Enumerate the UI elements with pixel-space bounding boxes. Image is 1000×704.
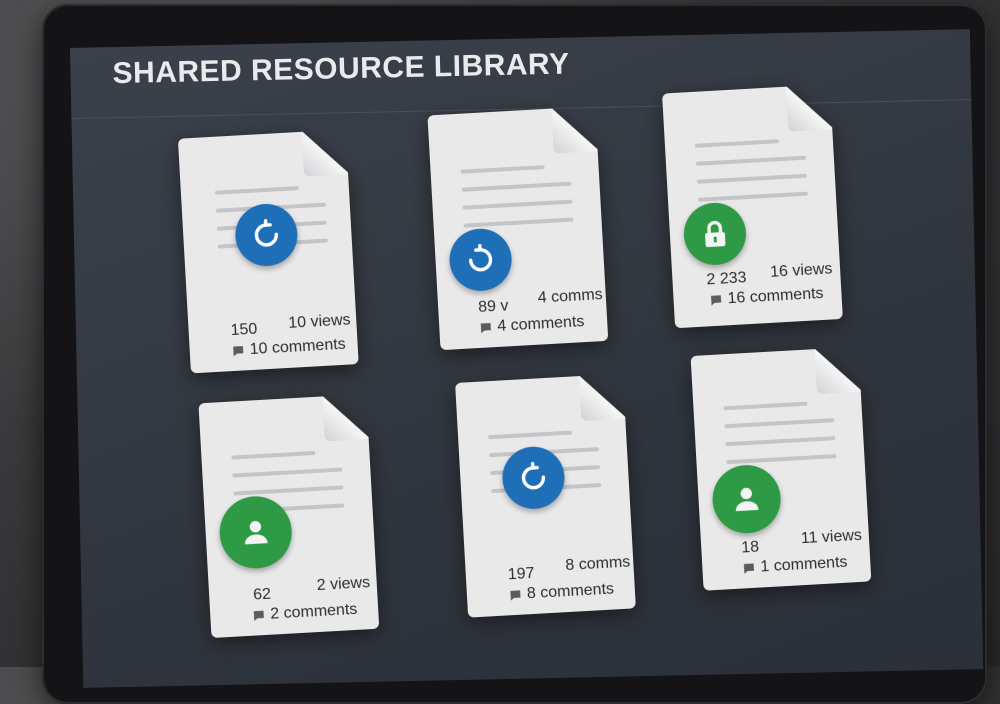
view-count: 16 views (769, 260, 833, 281)
resource-card-5[interactable]: 197 8 comms 8 comments (455, 373, 636, 618)
resource-card-1[interactable]: 150 10 views 10 comments (178, 129, 359, 373)
comment-icon (510, 589, 521, 601)
resource-count: 18 (740, 538, 760, 557)
page-fold (785, 84, 833, 132)
page-fold (551, 106, 598, 154)
view-count: 8 comms (564, 553, 631, 575)
comment-icon (743, 563, 754, 574)
resource-count: 2 233 (706, 269, 747, 289)
view-count: 2 views (316, 574, 371, 595)
page-fold (301, 129, 349, 177)
view-count: 11 views (800, 526, 863, 548)
comment-icon (253, 610, 264, 621)
page-fold (814, 346, 861, 395)
resource-count: 197 (507, 564, 535, 584)
view-count: 10 views (287, 311, 351, 332)
view-count: 4 comms (537, 286, 604, 307)
page-title: SHARED RESOURCE LIBRARY (112, 47, 570, 91)
app-screen: SHARED RESOURCE LIBRARY 150 10 views 10 … (70, 29, 984, 688)
resource-count: 62 (252, 585, 272, 604)
resource-card-2[interactable]: 89 v 4 comms 4 comments (427, 106, 608, 350)
page-fold (322, 394, 369, 442)
resource-card-4[interactable]: 62 2 views 2 comments (198, 394, 379, 638)
page-fold (578, 373, 626, 422)
resource-card-6[interactable]: 18 11 views 1 comments (691, 346, 872, 591)
comment-icon (233, 345, 244, 356)
resource-count: 89 v (477, 297, 509, 316)
resource-card-3[interactable]: 2 233 16 views 16 comments (662, 84, 843, 328)
comment-icon (710, 294, 722, 306)
resource-count: 150 (230, 320, 258, 340)
comment-icon (480, 322, 491, 333)
